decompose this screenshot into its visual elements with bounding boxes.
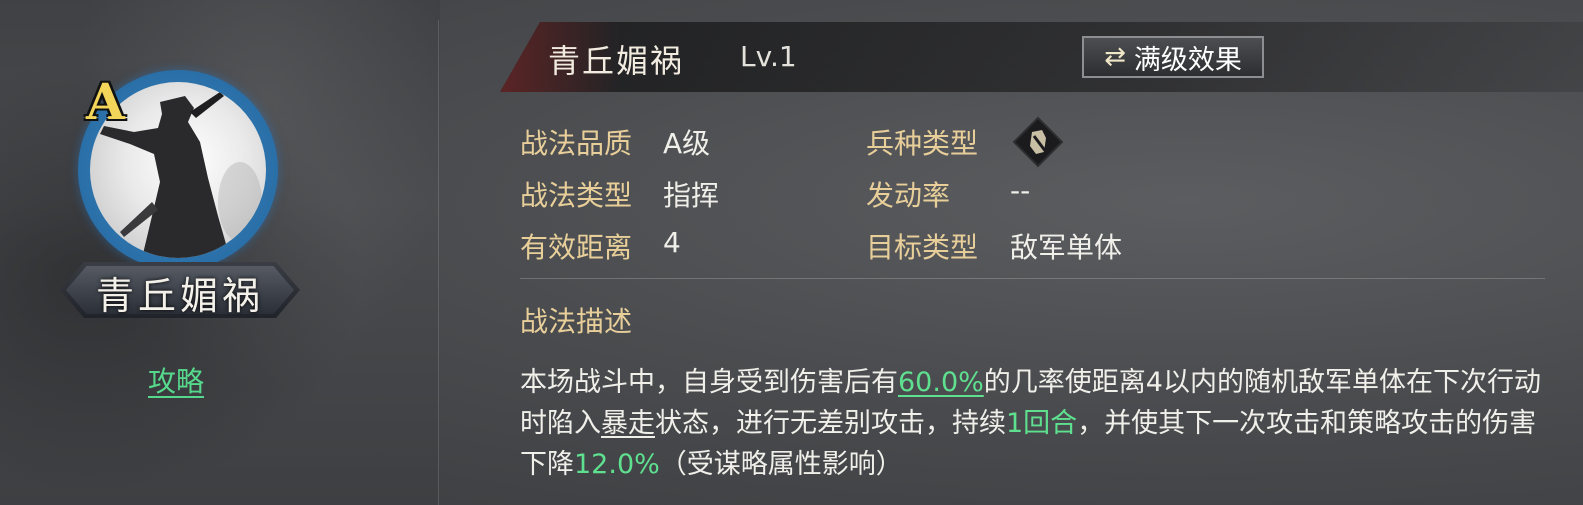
grade-badge: A: [86, 72, 125, 131]
desc-chance[interactable]: 60.0%: [898, 367, 984, 398]
max-level-button[interactable]: ⇄ 满级效果: [1082, 36, 1264, 78]
desc-seg5: （受谋略属性影响）: [659, 449, 903, 480]
max-level-label: 满级效果: [1133, 44, 1242, 76]
type-label: 战法类型: [520, 179, 633, 212]
desc-reduction: 12.0%: [574, 449, 660, 480]
quality-value: A级: [663, 127, 711, 160]
desc-duration: 1回合: [1006, 408, 1078, 439]
section-divider: [520, 278, 1545, 279]
hero-name: 青丘媚祸: [95, 274, 264, 318]
description-title: 战法描述: [520, 305, 633, 338]
range-label: 有效距离: [520, 231, 633, 264]
rate-value: --: [1010, 174, 1031, 207]
target-label: 目标类型: [866, 231, 979, 264]
troop-label: 兵种类型: [866, 127, 979, 160]
range-value: 4: [663, 226, 681, 259]
description-text: 本场战斗中，自身受到伤害后有60.0%的几率使距离4以内的随机敌军单体在下次行动…: [520, 362, 1550, 485]
troop-type-icon: [1012, 116, 1064, 168]
guide-link[interactable]: 攻略: [148, 360, 204, 400]
desc-seg1: 本场战斗中，自身受到伤害后有: [520, 367, 898, 398]
target-value: 敌军单体: [1010, 231, 1123, 264]
quality-label: 战法品质: [520, 127, 633, 160]
desc-seg3: 状态，进行无差别攻击，持续: [655, 408, 1006, 439]
rate-label: 发动率: [866, 179, 951, 212]
panel-divider: [438, 20, 439, 505]
desc-status-keyword[interactable]: 暴走: [601, 408, 655, 439]
skill-level: Lv.1: [740, 40, 797, 73]
swap-arrows-icon: ⇄: [1104, 42, 1126, 72]
type-value: 指挥: [663, 179, 720, 212]
skill-title: 青丘媚祸: [548, 42, 685, 80]
